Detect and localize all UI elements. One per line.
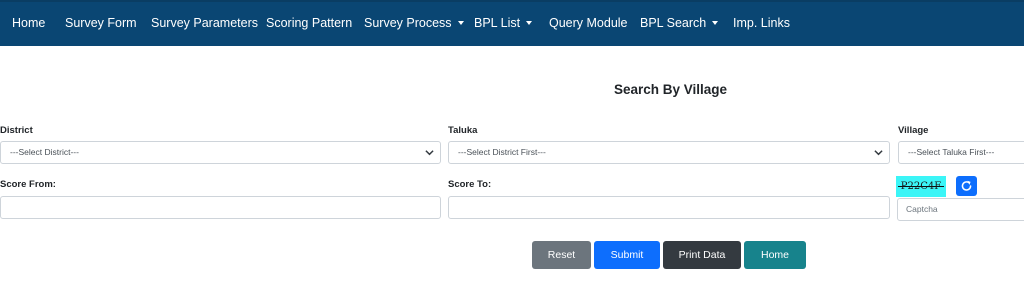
- score-from-label: Score From:: [0, 179, 56, 190]
- nav-imp-links-label: Imp. Links: [733, 16, 790, 30]
- nav-survey-parameters[interactable]: Survey Parameters: [151, 2, 258, 46]
- nav-query-module-label: Query Module: [549, 16, 628, 30]
- score-to-label: Score To:: [448, 179, 492, 190]
- score-to-input[interactable]: [448, 196, 890, 219]
- nav-scoring-pattern[interactable]: Scoring Pattern: [266, 2, 352, 46]
- reset-button[interactable]: Reset: [532, 241, 591, 269]
- captcha-image: P22C4F: [896, 176, 946, 197]
- caret-down-icon: [712, 21, 719, 25]
- chevron-down-icon: [425, 150, 434, 156]
- captcha-placeholder: Captcha: [906, 204, 938, 214]
- home-button[interactable]: Home: [744, 241, 806, 269]
- nav-survey-process-label: Survey Process: [364, 16, 452, 30]
- village-label: Village: [898, 125, 929, 136]
- taluka-select[interactable]: ---Select District First---: [448, 141, 890, 164]
- captcha-input[interactable]: Captcha: [897, 198, 1024, 221]
- taluka-select-value: ---Select District First---: [458, 147, 546, 157]
- top-navbar: Home Survey Form Survey Parameters Scori…: [0, 0, 1024, 46]
- caret-down-icon: [526, 21, 533, 25]
- district-label: District: [0, 125, 33, 136]
- page-title: Search By Village: [614, 82, 728, 97]
- submit-button[interactable]: Submit: [594, 241, 660, 269]
- print-data-button[interactable]: Print Data: [663, 241, 741, 269]
- nav-query-module[interactable]: Query Module: [549, 2, 628, 46]
- nav-survey-form-label: Survey Form: [65, 16, 137, 30]
- caret-down-icon: [457, 21, 464, 25]
- chevron-down-icon: [874, 150, 883, 156]
- nav-home[interactable]: Home: [12, 2, 45, 46]
- nav-bpl-search[interactable]: BPL Search: [640, 2, 719, 46]
- nav-survey-parameters-label: Survey Parameters: [151, 16, 258, 30]
- nav-bpl-search-label: BPL Search: [640, 16, 707, 30]
- village-select-value: ---Select Taluka First---: [908, 147, 995, 157]
- nav-bpl-list-label: BPL List: [474, 16, 521, 30]
- taluka-label: Taluka: [448, 125, 478, 136]
- nav-bpl-list[interactable]: BPL List: [474, 2, 533, 46]
- refresh-icon: [961, 180, 972, 191]
- nav-survey-process[interactable]: Survey Process: [364, 2, 464, 46]
- district-select[interactable]: ---Select District---: [0, 141, 441, 164]
- score-from-input[interactable]: [0, 196, 441, 219]
- nav-imp-links[interactable]: Imp. Links: [733, 2, 790, 46]
- district-select-value: ---Select District---: [10, 147, 79, 157]
- nav-scoring-pattern-label: Scoring Pattern: [266, 16, 353, 30]
- captcha-strike-line: [898, 186, 944, 187]
- refresh-captcha-button[interactable]: [956, 176, 977, 196]
- nav-survey-form[interactable]: Survey Form: [65, 2, 137, 46]
- village-select[interactable]: ---Select Taluka First---: [898, 141, 1024, 164]
- nav-home-label: Home: [12, 16, 46, 30]
